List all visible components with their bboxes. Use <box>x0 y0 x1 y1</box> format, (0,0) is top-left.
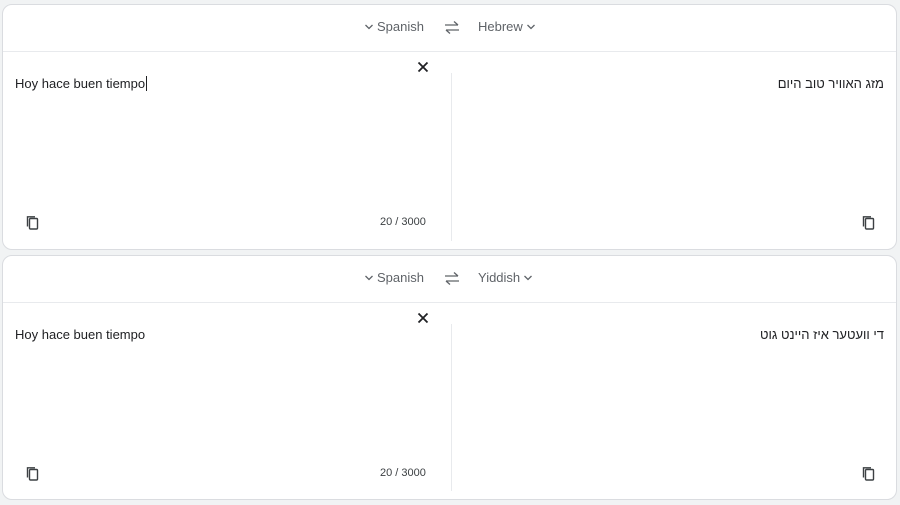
target-language-select[interactable]: Yiddish <box>478 270 533 285</box>
chevron-down-icon <box>365 275 373 280</box>
translation-panel-hebrew: Spanish Hebrew Hoy hace buen tiempo מזג … <box>2 4 897 250</box>
source-text-value: Hoy hace buen tiempo <box>15 327 146 342</box>
close-icon[interactable] <box>415 310 431 326</box>
copy-icon[interactable] <box>25 466 41 482</box>
swap-arrows-icon[interactable] <box>443 270 461 288</box>
translated-text: די וועטער איז היינט גוט <box>760 327 884 342</box>
source-text-input[interactable]: Hoy hace buen tiempo <box>15 327 145 342</box>
chevron-down-icon <box>524 275 533 280</box>
copy-icon[interactable] <box>861 466 877 482</box>
source-text-input[interactable]: Hoy hace buen tiempo <box>15 76 148 91</box>
copy-icon[interactable] <box>25 215 41 231</box>
source-language-select[interactable]: Spanish <box>364 270 424 285</box>
source-language-label: Spanish <box>377 19 424 34</box>
character-count: 20 / 3000 <box>380 467 426 479</box>
panel-divider <box>451 324 452 491</box>
panel-divider <box>451 73 452 241</box>
language-bar: Spanish Yiddish <box>3 256 896 303</box>
language-bar: Spanish Hebrew <box>3 5 896 52</box>
copy-icon[interactable] <box>861 215 877 231</box>
chevron-down-icon <box>526 24 535 29</box>
source-language-select[interactable]: Spanish <box>364 19 424 34</box>
source-text-value: Hoy hace buen tiempo <box>15 76 146 91</box>
target-language-select[interactable]: Hebrew <box>478 19 536 34</box>
target-language-label: Hebrew <box>478 19 523 34</box>
swap-arrows-icon[interactable] <box>443 19 461 37</box>
character-count: 20 / 3000 <box>380 216 426 228</box>
target-language-label: Yiddish <box>478 270 521 285</box>
text-cursor <box>146 76 148 91</box>
close-icon[interactable] <box>415 59 431 75</box>
source-language-label: Spanish <box>377 270 424 285</box>
chevron-down-icon <box>365 24 373 29</box>
translated-text: מזג האוויר טוב היום <box>777 76 884 91</box>
translation-panel-yiddish: Spanish Yiddish Hoy hace buen tiempo די … <box>2 255 897 500</box>
